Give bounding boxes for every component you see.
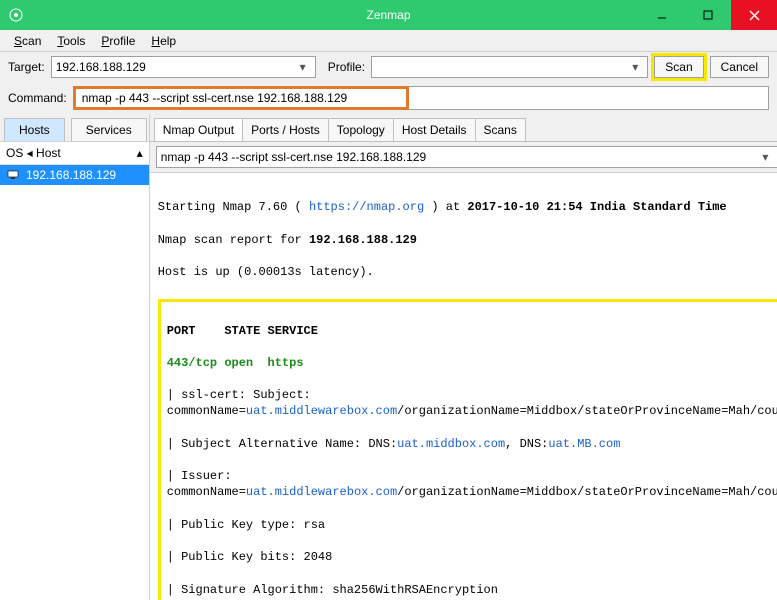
profile-combo[interactable]: ▾ xyxy=(371,56,648,78)
nmap-url[interactable]: https://nmap.org xyxy=(309,200,424,214)
chevron-down-icon: ▾ xyxy=(295,60,311,74)
command-value: nmap -p 443 --script ssl-cert.nse 192.16… xyxy=(82,91,347,105)
host-icon xyxy=(6,168,20,182)
tab-hosts[interactable]: Hosts xyxy=(4,118,65,141)
window-title: Zenmap xyxy=(366,8,410,22)
output-tabs: Nmap Output Ports / Hosts Topology Host … xyxy=(150,114,777,142)
cancel-button[interactable]: Cancel xyxy=(710,56,769,78)
window-controls xyxy=(639,0,777,30)
titlebar: Zenmap xyxy=(0,0,777,30)
output-line: Nmap scan report for 192.168.188.129 xyxy=(158,232,777,248)
menubar: Scan Tools Profile Help xyxy=(0,30,777,52)
output-line: | Signature Algorithm: sha256WithRSAEncr… xyxy=(167,582,777,598)
output-line: | ssl-cert: Subject: commonName=uat.midd… xyxy=(167,387,777,419)
target-label: Target: xyxy=(8,60,45,74)
tab-services[interactable]: Services xyxy=(71,118,147,141)
menu-profile[interactable]: Profile xyxy=(95,32,141,50)
scan-history-value: nmap -p 443 --script ssl-cert.nse 192.16… xyxy=(161,150,426,164)
host-ip: 192.168.188.129 xyxy=(26,168,116,182)
output-toolbar: nmap -p 443 --script ssl-cert.nse 192.16… xyxy=(150,142,777,173)
command-input[interactable]: nmap -p 443 --script ssl-cert.nse 192.16… xyxy=(73,86,409,110)
right-pane: Nmap Output Ports / Hosts Topology Host … xyxy=(150,114,777,600)
output-line: | Public Key type: rsa xyxy=(167,517,777,533)
output-line: | Issuer: commonName=uat.middlewarebox.c… xyxy=(167,468,777,500)
main-area: Hosts Services OS ◂ Host ▴ 192.168.188.1… xyxy=(0,114,777,600)
tab-ports-hosts[interactable]: Ports / Hosts xyxy=(242,118,329,141)
output-line: Starting Nmap 7.60 ( https://nmap.org ) … xyxy=(158,199,777,215)
host-list-item[interactable]: 192.168.188.129 xyxy=(0,165,149,185)
target-combo[interactable]: 192.168.188.129 ▾ xyxy=(51,56,316,78)
close-button[interactable] xyxy=(731,0,777,30)
minimize-button[interactable] xyxy=(639,0,685,30)
tab-scans[interactable]: Scans xyxy=(475,118,526,141)
chevron-down-icon: ▾ xyxy=(627,60,643,74)
left-tabs: Hosts Services xyxy=(0,114,149,142)
host-list-header[interactable]: OS ◂ Host ▴ xyxy=(0,142,149,165)
nmap-output[interactable]: Starting Nmap 7.60 ( https://nmap.org ) … xyxy=(150,173,777,600)
output-line: PORT STATE SERVICE xyxy=(167,323,777,339)
command-label: Command: xyxy=(8,91,67,105)
profile-label: Profile: xyxy=(328,60,365,74)
target-value: 192.168.188.129 xyxy=(56,60,146,74)
left-pane: Hosts Services OS ◂ Host ▴ 192.168.188.1… xyxy=(0,114,150,600)
output-line: | Subject Alternative Name: DNS:uat.midd… xyxy=(167,436,777,452)
target-toolbar: Target: 192.168.188.129 ▾ Profile: ▾ Sca… xyxy=(0,52,777,82)
command-toolbar: Command: nmap -p 443 --script ssl-cert.n… xyxy=(0,82,777,114)
menu-help[interactable]: Help xyxy=(145,32,182,50)
tab-topology[interactable]: Topology xyxy=(328,118,394,141)
app-icon xyxy=(8,7,24,23)
output-line: Host is up (0.00013s latency). xyxy=(158,264,777,280)
sort-arrow-icon: ▴ xyxy=(137,146,143,160)
tab-nmap-output[interactable]: Nmap Output xyxy=(154,118,243,141)
scan-history-combo[interactable]: nmap -p 443 --script ssl-cert.nse 192.16… xyxy=(156,146,777,168)
tab-host-details[interactable]: Host Details xyxy=(393,118,476,141)
highlighted-output: PORT STATE SERVICE 443/tcp open https | … xyxy=(158,299,777,600)
menu-scan[interactable]: Scan xyxy=(8,32,47,50)
menu-tools[interactable]: Tools xyxy=(51,32,91,50)
maximize-button[interactable] xyxy=(685,0,731,30)
chevron-down-icon: ▾ xyxy=(757,150,773,164)
output-line: 443/tcp open https xyxy=(167,355,777,371)
command-input-rest[interactable] xyxy=(409,86,769,110)
output-line: | Public Key bits: 2048 xyxy=(167,549,777,565)
scan-button[interactable]: Scan xyxy=(654,56,703,78)
host-list: 192.168.188.129 xyxy=(0,165,149,600)
